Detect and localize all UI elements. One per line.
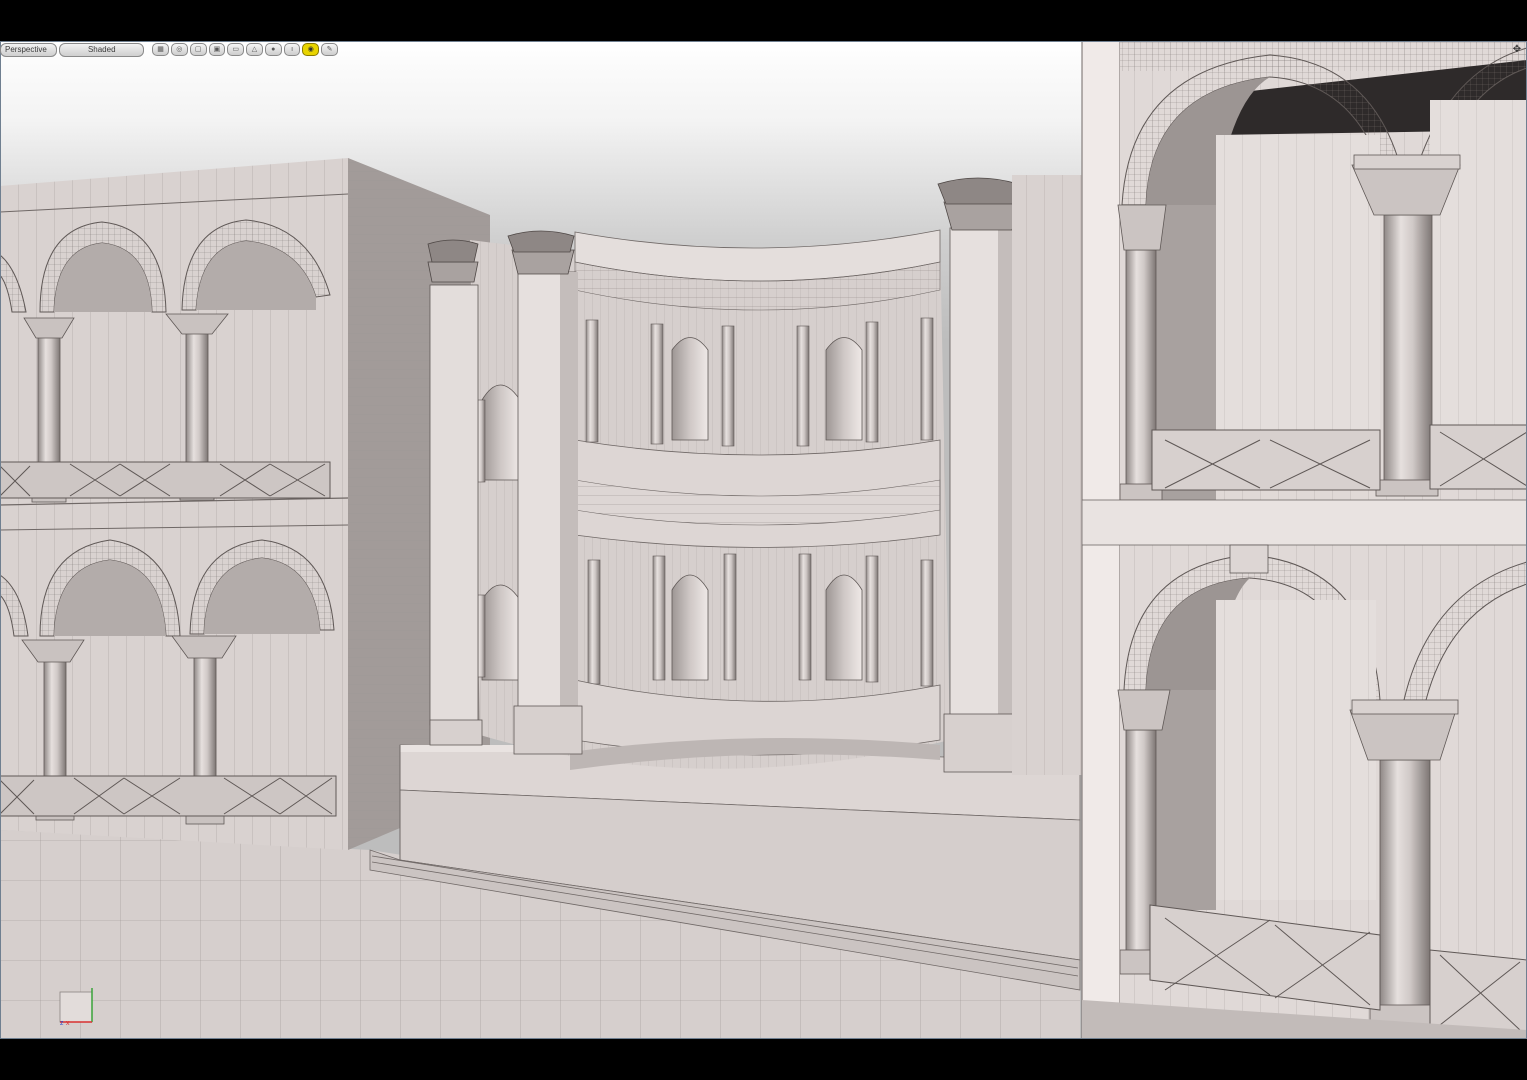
maximize-icon[interactable]: ✥ <box>1511 44 1523 56</box>
info-icon[interactable]: ı <box>283 43 301 56</box>
light-icon[interactable]: ● <box>264 43 282 56</box>
snap-icon[interactable]: ◎ <box>170 43 188 56</box>
z-axis-label: z <box>60 1020 64 1027</box>
shading-mode-dropdown[interactable]: Shaded <box>59 42 145 57</box>
axis-gizmo[interactable]: z x <box>58 988 96 1028</box>
toggle-icon[interactable]: ◉ <box>302 43 320 56</box>
triangle-icon[interactable]: △ <box>246 43 263 56</box>
camera-icon[interactable]: ▣ <box>208 43 226 56</box>
display-icon[interactable]: ▭ <box>227 43 245 56</box>
viewport-toolbar: Perspective Shaded ▦ ◎ ▢ ▣ ▭ △ ● ı ◉ ✎ <box>0 42 340 57</box>
grid-icon[interactable]: ▦ <box>152 43 169 56</box>
3d-viewport[interactable] <box>0 41 1527 1039</box>
view-cube-face[interactable] <box>59 991 93 1023</box>
x-axis-label: x <box>66 1020 70 1027</box>
view-mode-dropdown[interactable]: Perspective <box>0 42 58 57</box>
frame-icon[interactable]: ▢ <box>189 43 207 56</box>
right-arcade-building <box>1081 41 1527 1039</box>
scene-render[interactable] <box>0 41 1527 1039</box>
wrench-icon[interactable]: ✎ <box>321 43 338 56</box>
